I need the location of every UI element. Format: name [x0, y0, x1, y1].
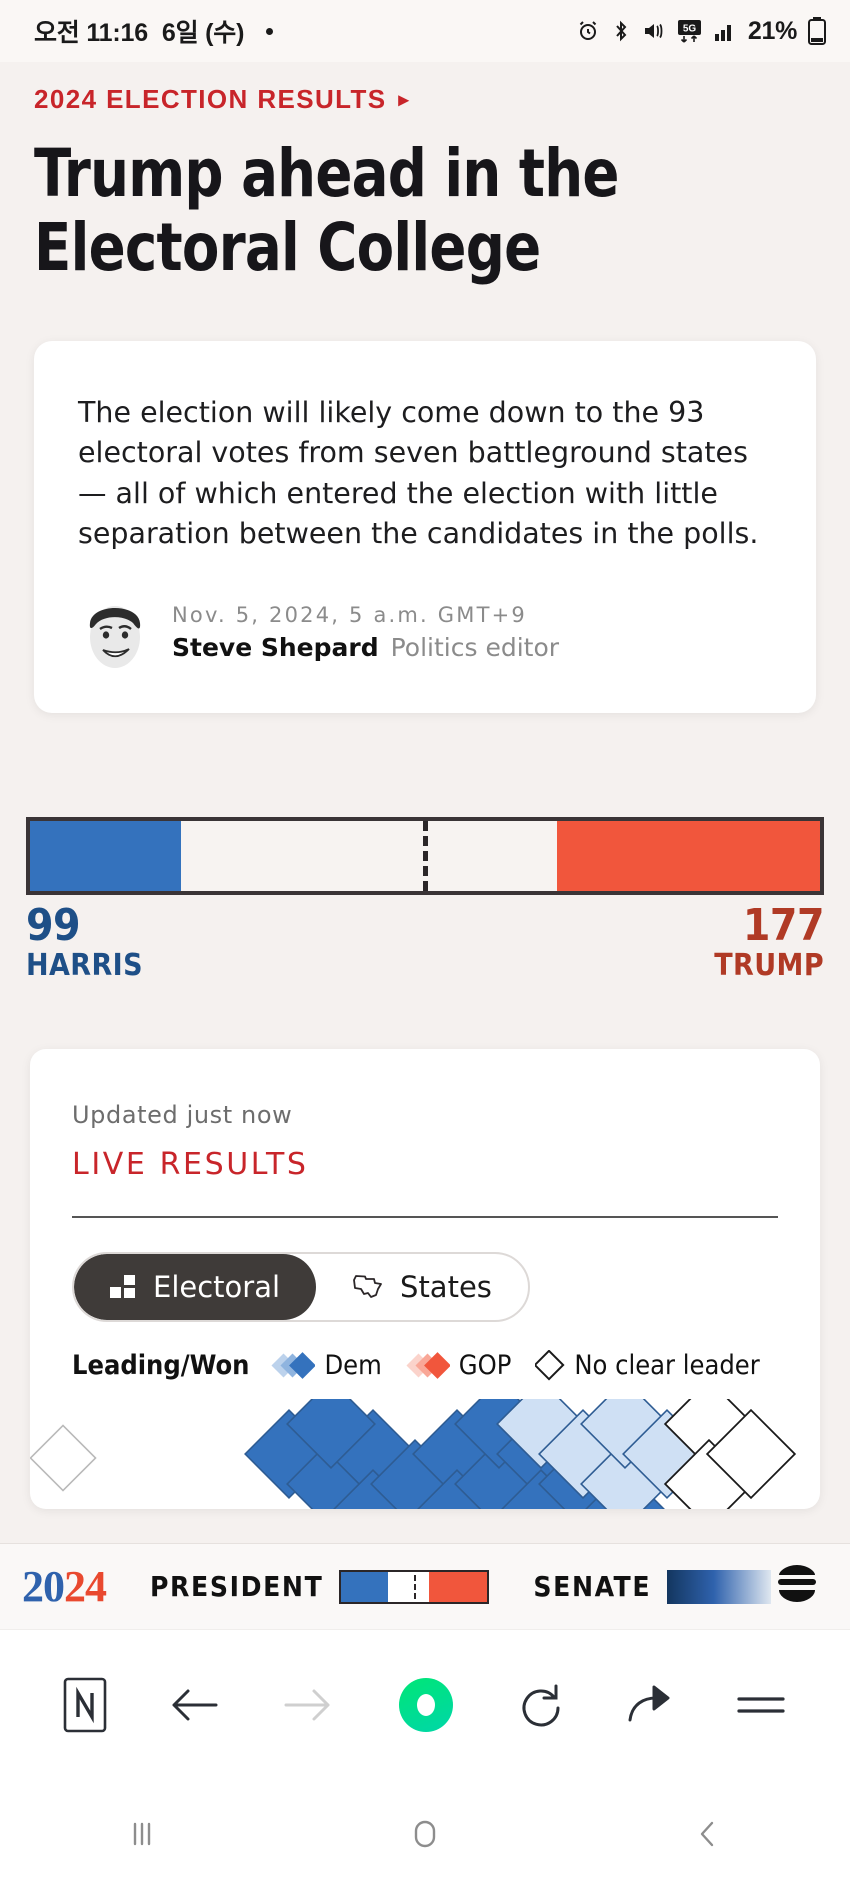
kicker-link[interactable]: 2024 ELECTION RESULTS ▸ — [34, 84, 850, 115]
logo-24: 24 — [64, 1561, 107, 1611]
president-mini-bar — [339, 1569, 490, 1604]
view-toggle[interactable]: Electoral States — [72, 1251, 530, 1322]
naver-n-icon — [63, 1677, 107, 1738]
kicker-label: 2024 ELECTION RESULTS — [34, 84, 387, 114]
android-navigation-bar — [0, 1784, 850, 1889]
president-label: PRESIDENT — [150, 1570, 324, 1603]
bluetooth-icon — [611, 19, 631, 43]
senate-mini-bar — [667, 1569, 772, 1604]
mini-threshold-line — [414, 1574, 417, 1599]
svg-text:5G: 5G — [683, 23, 697, 34]
share-arrow-icon — [624, 1680, 676, 1735]
live-results-title: LIVE RESULTS — [72, 1146, 309, 1182]
legend-label-gop: GOP — [458, 1350, 512, 1382]
green-circle-icon — [395, 1674, 457, 1741]
hamburger-icon[interactable] — [774, 1562, 820, 1611]
battery-percent: 21% — [747, 16, 797, 45]
texas-map-icon — [352, 1273, 384, 1300]
election-2024-logo[interactable]: 2024 — [22, 1561, 107, 1611]
author-name[interactable]: Steve Shepard — [172, 633, 379, 662]
tab-electoral[interactable]: Electoral — [74, 1253, 317, 1320]
trump-segment — [556, 820, 820, 891]
diamond-pair-red-icon — [406, 1350, 450, 1382]
legend-item-no-leader: No clear leader — [535, 1349, 760, 1382]
5g-icon: 5G — [677, 19, 702, 44]
electoral-vote-labels: 99 HARRIS 177 TRUMP — [26, 899, 825, 984]
page-title: Trump ahead in the Electoral College — [34, 137, 753, 285]
naver-home-button[interactable] — [395, 1674, 457, 1741]
arrow-right-icon — [280, 1681, 336, 1734]
headline-line-1: Trump ahead in the — [34, 135, 619, 212]
chevron-right-icon: ▸ — [398, 89, 410, 111]
divider — [72, 1215, 778, 1218]
harris-name: HARRIS — [26, 948, 143, 984]
status-dot-icon — [266, 27, 274, 35]
majority-threshold-line — [423, 820, 428, 891]
senate-nav-item[interactable]: SENATE — [533, 1569, 772, 1604]
legend: Leading/Won Dem GOP No clear leader — [72, 1349, 778, 1382]
back-button[interactable] — [688, 1814, 728, 1859]
status-date: 6일 (수) — [161, 19, 245, 47]
legend-item-dem: Dem — [271, 1350, 382, 1382]
diamond-pair-blue-icon — [271, 1350, 316, 1382]
mini-gop-segment — [429, 1571, 488, 1602]
harris-label: 99 HARRIS — [26, 899, 143, 984]
legend-heading: Leading/Won — [72, 1350, 250, 1382]
logo-20: 20 — [22, 1561, 65, 1611]
president-nav-item[interactable]: PRESIDENT — [150, 1569, 490, 1604]
recents-button[interactable] — [122, 1814, 162, 1859]
trump-label: 177 TRUMP — [714, 899, 825, 984]
menu-button[interactable] — [735, 1688, 787, 1727]
home-button[interactable] — [405, 1814, 445, 1859]
dek-text: The election will likely come down to th… — [78, 395, 759, 551]
electoral-vote-bar — [26, 816, 824, 895]
status-bar: 오전 11:16 6일 (수) 5G 21% — [0, 0, 850, 62]
legend-label-no-leader: No clear leader — [574, 1350, 760, 1382]
tab-electoral-label: Electoral — [153, 1269, 281, 1304]
mini-dem-segment — [341, 1571, 389, 1602]
back-button[interactable] — [166, 1681, 222, 1734]
share-button[interactable] — [624, 1680, 676, 1735]
status-bar-right: 5G 21% — [576, 17, 826, 46]
election-nav-bar: 2024 PRESIDENT SENATE — [0, 1543, 850, 1629]
naver-logo-button[interactable] — [63, 1677, 107, 1738]
summary-card: The election will likely come down to th… — [34, 340, 816, 713]
mute-icon — [642, 19, 666, 43]
live-results-card: Updated just now LIVE RESULTS Electoral — [30, 1048, 820, 1509]
headline-line-2: Electoral College — [34, 208, 541, 286]
harris-votes: 99 — [26, 899, 81, 951]
electoral-cartogram[interactable] — [30, 1398, 820, 1509]
forward-button — [280, 1681, 336, 1734]
byline-author: Steve Shepard Politics editor — [172, 633, 559, 662]
battery-icon — [808, 17, 826, 45]
author-role: Politics editor — [390, 633, 560, 663]
tab-states-label: States — [400, 1269, 492, 1304]
senate-label: SENATE — [533, 1570, 652, 1603]
byline: Nov. 5, 2024, 5 a.m. GMT+9 Steve Shepard… — [78, 593, 772, 673]
updated-status: Updated just now — [72, 1100, 293, 1129]
diamond-outline-icon — [535, 1349, 565, 1382]
arrow-left-icon — [166, 1681, 222, 1734]
byline-text: Nov. 5, 2024, 5 a.m. GMT+9 Steve Shepard… — [172, 603, 559, 662]
tab-states[interactable]: States — [316, 1254, 528, 1320]
signal-icon — [713, 20, 737, 42]
electoral-vote-bar-section: 99 HARRIS 177 TRUMP — [26, 816, 825, 984]
trump-name: TRUMP — [714, 948, 824, 984]
trump-votes: 177 — [742, 899, 825, 951]
harris-segment — [30, 820, 181, 891]
hamburger-icon — [735, 1688, 787, 1727]
refresh-icon — [516, 1680, 566, 1735]
status-bar-left: 오전 11:16 6일 (수) — [34, 13, 274, 49]
reload-button[interactable] — [516, 1680, 566, 1735]
status-time: 오전 11:16 — [34, 19, 148, 47]
bar-blocks-icon — [110, 1273, 137, 1300]
browser-toolbar — [0, 1629, 850, 1784]
legend-label-dem: Dem — [324, 1350, 382, 1382]
avatar — [78, 593, 152, 673]
legend-item-gop: GOP — [406, 1350, 512, 1382]
byline-timestamp: Nov. 5, 2024, 5 a.m. GMT+9 — [172, 603, 527, 628]
alarm-icon — [576, 19, 600, 43]
